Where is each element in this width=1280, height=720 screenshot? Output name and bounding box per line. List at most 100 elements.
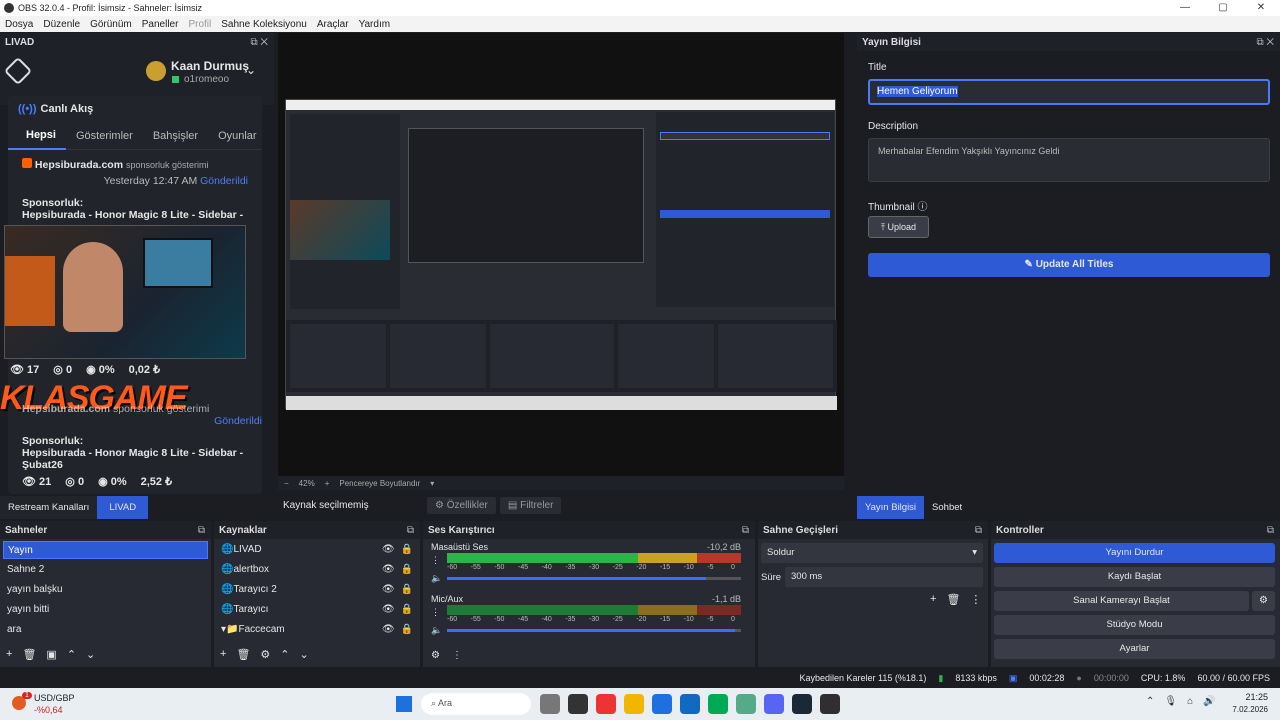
notes-app-icon[interactable] xyxy=(568,694,588,714)
file-explorer-icon[interactable] xyxy=(624,694,644,714)
gear-icon[interactable]: ⚙ xyxy=(260,648,270,661)
source-group[interactable]: ▾ 📁 Faccecam 👁 🔒 xyxy=(217,621,417,639)
outlook-icon[interactable] xyxy=(680,694,700,714)
maximize-button[interactable]: ▢ xyxy=(1204,0,1242,16)
kebab-menu-icon[interactable]: ⋮ xyxy=(431,555,440,566)
volume-icon[interactable]: 🔊 xyxy=(1203,696,1215,707)
menu-paneller[interactable]: Paneller xyxy=(137,19,184,30)
eye-icon[interactable]: 👁 xyxy=(382,624,395,636)
menu-araclar[interactable]: Araçlar xyxy=(312,19,354,30)
stop-streaming-button[interactable]: Yayını Durdur xyxy=(994,543,1275,563)
volume-slider[interactable] xyxy=(447,577,741,580)
menu-duzenle[interactable]: Düzenle xyxy=(38,19,85,30)
kebab-menu-icon[interactable]: ⋮ xyxy=(431,607,440,618)
tab-yayin-bilgisi[interactable]: Yayın Bilgisi xyxy=(857,496,925,519)
add-icon[interactable]: + xyxy=(930,593,936,606)
zoom-in-button[interactable]: + xyxy=(325,479,330,488)
dock-float-icon[interactable]: ⧉ xyxy=(1267,525,1274,536)
dock-float-icon[interactable]: ⧉ xyxy=(742,525,749,536)
game-app-icon[interactable] xyxy=(540,694,560,714)
store-icon[interactable] xyxy=(652,694,672,714)
lock-icon[interactable]: 🔒 xyxy=(401,584,413,596)
filter-icon[interactable]: ▣ xyxy=(46,648,56,661)
eye-icon[interactable]: 👁 xyxy=(382,584,395,596)
dock-float-icon[interactable]: ⧉ xyxy=(975,525,982,536)
lock-icon[interactable]: 🔒 xyxy=(401,624,413,636)
close-window-button[interactable]: ✕ xyxy=(1242,0,1280,16)
duration-input[interactable]: 300 ms xyxy=(785,567,983,587)
chevron-up-icon[interactable]: ⌃ xyxy=(67,648,76,661)
speaker-icon[interactable]: 🔈 xyxy=(431,625,442,636)
steam-icon[interactable] xyxy=(792,694,812,714)
add-icon[interactable]: + xyxy=(220,648,226,661)
tab-sohbet[interactable]: Sohbet xyxy=(924,496,971,519)
dock-float-close-icon[interactable]: ⧉ ✕ xyxy=(250,37,268,48)
kebab-menu-icon[interactable]: ⋮ xyxy=(970,593,981,606)
dock-float-icon[interactable]: ⧉ xyxy=(407,525,414,536)
source-item[interactable]: 🌐 Tarayıcı 2 👁 🔒 xyxy=(217,581,417,599)
properties-button[interactable]: ⚙ Özellikler xyxy=(427,496,496,514)
filters-button[interactable]: ▤ Filtreler xyxy=(499,496,562,514)
transition-select[interactable]: Soldur ▾ xyxy=(761,543,983,563)
menu-yardim[interactable]: Yardım xyxy=(354,19,396,30)
chevron-up-icon[interactable]: ⌃ xyxy=(280,648,289,661)
menu-gorunum[interactable]: Görünüm xyxy=(85,19,137,30)
chevron-down-icon[interactable]: ▾ xyxy=(430,479,434,488)
speaker-icon[interactable]: 🔈 xyxy=(431,573,442,584)
eye-icon[interactable]: 👁 xyxy=(382,544,395,556)
menu-profil[interactable]: Profil xyxy=(183,19,216,30)
fit-mode[interactable]: Pencereye Boyutlandır xyxy=(339,479,420,488)
studio-mode-button[interactable]: Stüdyo Modu xyxy=(994,615,1275,635)
menu-dosya[interactable]: Dosya xyxy=(0,19,38,30)
scene-item[interactable]: yayın bitti xyxy=(3,601,208,619)
dock-float-close-icon[interactable]: ⧉ ✕ xyxy=(1256,37,1274,48)
opera-icon[interactable] xyxy=(596,694,616,714)
tab-bahsisler[interactable]: Bahşişler xyxy=(143,130,208,142)
advanced-audio-icon[interactable]: ⚙ xyxy=(431,650,440,661)
discord-icon[interactable] xyxy=(764,694,784,714)
kebab-menu-icon[interactable]: ⋮ xyxy=(452,650,462,661)
start-recording-button[interactable]: Kaydı Başlat xyxy=(994,567,1275,587)
chevron-down-icon[interactable]: ⌄ xyxy=(86,648,95,661)
scene-item[interactable]: Sahne 2 xyxy=(3,561,208,579)
obs-taskbar-icon[interactable] xyxy=(820,694,840,714)
zoom-out-button[interactable]: − xyxy=(284,479,289,488)
menu-sahne-koleksiyonu[interactable]: Sahne Koleksiyonu xyxy=(216,19,312,30)
description-textarea[interactable]: Merhabalar Efendim Yakşıklı Yayıncınız G… xyxy=(868,138,1270,182)
update-all-titles-button[interactable]: ✎ Update All Titles xyxy=(868,253,1270,277)
start-virtual-camera-button[interactable]: Sanal Kamerayı Başlat xyxy=(994,591,1249,611)
tab-oyunlar[interactable]: Oyunlar xyxy=(208,130,262,142)
tab-hepsi[interactable]: Hepsi xyxy=(8,122,66,150)
network-icon[interactable]: ⌂ xyxy=(1187,696,1193,707)
preview-area[interactable] xyxy=(278,33,844,476)
tab-gosterimler[interactable]: Gösterimler xyxy=(66,130,143,142)
chevron-down-icon[interactable]: ⌄ xyxy=(246,63,256,77)
lock-icon[interactable]: 🔒 xyxy=(401,564,413,576)
source-item[interactable]: 🌐 alertbox 👁 🔒 xyxy=(217,561,417,579)
dock-float-icon[interactable]: ⧉ xyxy=(198,525,205,536)
chevron-up-icon[interactable]: ⌃ xyxy=(1146,696,1154,707)
tab-livad[interactable]: LIVAD xyxy=(97,496,149,519)
trash-icon[interactable]: 🗑 xyxy=(236,648,250,661)
upload-button[interactable]: ⤒ Upload xyxy=(868,216,929,238)
source-item[interactable]: 🌐 Tarayıcı 👁 🔒 xyxy=(217,601,417,619)
windows-start-icon[interactable] xyxy=(396,696,412,712)
ticker-name[interactable]: USD/GBP xyxy=(34,693,75,703)
scene-item[interactable]: yayın balşku xyxy=(3,581,208,599)
title-input[interactable]: Hemen Geliyorum xyxy=(868,79,1270,105)
eye-icon[interactable]: 👁 xyxy=(382,564,395,576)
scene-item[interactable]: Yayın xyxy=(3,541,208,559)
settings-button[interactable]: Ayarlar xyxy=(994,639,1275,659)
trash-icon[interactable]: 🗑 xyxy=(22,648,36,661)
trash-icon[interactable]: 🗑 xyxy=(946,593,960,606)
lock-icon[interactable]: 🔒 xyxy=(401,544,413,556)
scene-item[interactable]: ara xyxy=(3,621,208,639)
add-icon[interactable]: + xyxy=(6,648,12,661)
settings-app-icon[interactable] xyxy=(736,694,756,714)
tab-restream[interactable]: Restream Kanalları xyxy=(0,496,98,519)
virtual-camera-settings-gear-icon[interactable]: ⚙ xyxy=(1252,591,1275,611)
volume-slider[interactable] xyxy=(447,629,741,632)
excel-icon[interactable] xyxy=(708,694,728,714)
source-item[interactable]: 🌐 LIVAD 👁 🔒 xyxy=(217,541,417,559)
taskbar-search[interactable]: ⌕ Ara xyxy=(421,693,531,715)
